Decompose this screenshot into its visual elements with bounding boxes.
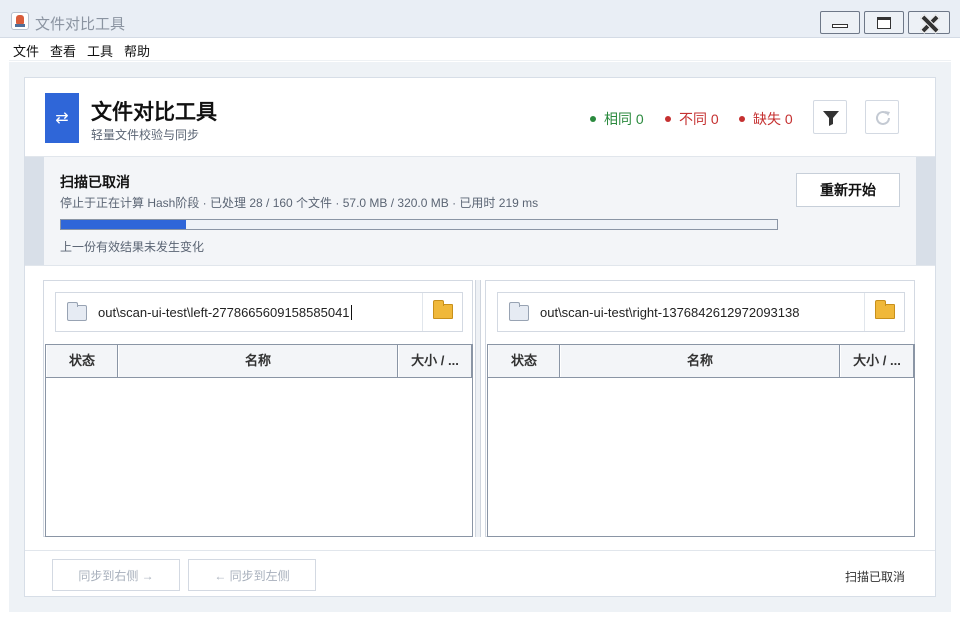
split-divider[interactable] [475, 280, 481, 537]
window-title: 文件对比工具 [35, 16, 126, 33]
right-file-table: 状态 名称 大小 / ... [487, 344, 915, 537]
red-dot-icon [665, 116, 671, 123]
column-header-size[interactable]: 大小 / ... [840, 345, 914, 377]
menu-bar: 文件 查看 工具 帮助 [9, 38, 951, 61]
main-card: ⇄ 文件对比工具 轻量文件校验与同步 相同 0 不同 0 缺失 0 扫描已取消 … [24, 77, 936, 597]
restart-button[interactable]: 重新开始 [796, 173, 900, 207]
scan-status-detail: 停止于正在计算 Hash阶段 · 已处理 28 / 160 个文件 · 57.0… [60, 196, 539, 210]
column-header-size[interactable]: 大小 / ... [398, 345, 472, 377]
right-browse-button[interactable] [864, 293, 904, 331]
column-header-status[interactable]: 状态 [46, 345, 118, 377]
band-edge-left [25, 157, 44, 265]
refresh-button[interactable] [865, 100, 899, 134]
band-edge-right [916, 157, 935, 265]
close-button[interactable] [908, 11, 950, 34]
app-title: 文件对比工具 [91, 101, 217, 124]
scan-status-panel: 扫描已取消 停止于正在计算 Hash阶段 · 已处理 28 / 160 个文件 … [25, 156, 935, 266]
right-path-field[interactable]: out\scan-ui-test\right-13768426129720931… [497, 292, 905, 332]
maximize-button[interactable] [864, 11, 904, 34]
right-panel: out\scan-ui-test\right-13768426129720931… [485, 280, 915, 537]
refresh-icon [876, 110, 890, 125]
filter-icon [823, 111, 839, 126]
minimize-button[interactable] [820, 11, 860, 34]
folder-outline-icon [509, 302, 529, 321]
folder-icon [433, 300, 453, 319]
scan-progress-bar [60, 219, 778, 230]
stat-same: 相同 0 [590, 109, 644, 129]
column-header-name[interactable]: 名称 [560, 345, 840, 377]
scan-status-note: 上一份有效结果未发生变化 [60, 240, 205, 254]
left-panel: out\scan-ui-test\left-277866560915858504… [43, 280, 473, 537]
left-path-input[interactable]: out\scan-ui-test\left-277866560915858504… [98, 305, 352, 320]
left-table-header: 状态 名称 大小 / ... [46, 345, 472, 378]
right-path-input[interactable]: out\scan-ui-test\right-13768426129720931… [540, 305, 799, 320]
column-header-status[interactable]: 状态 [488, 345, 560, 377]
scan-progress-fill [61, 220, 187, 229]
column-header-name[interactable]: 名称 [118, 345, 398, 377]
left-file-table: 状态 名称 大小 / ... [45, 344, 473, 537]
sync-to-left-button[interactable]: ← 同步到左侧 [188, 559, 316, 591]
swap-arrows-icon: ⇄ [55, 108, 69, 127]
folder-outline-icon [67, 302, 87, 321]
maximize-icon [877, 16, 891, 29]
close-icon [920, 14, 938, 32]
stat-diff: 不同 0 [665, 109, 719, 129]
client-area: ⇄ 文件对比工具 轻量文件校验与同步 相同 0 不同 0 缺失 0 扫描已取消 … [9, 62, 951, 612]
menu-file[interactable]: 文件 [13, 41, 39, 60]
left-path-field[interactable]: out\scan-ui-test\left-277866560915858504… [55, 292, 463, 332]
folder-icon [875, 300, 895, 319]
sync-to-right-button[interactable]: 同步到右侧 → [52, 559, 180, 591]
minimize-icon [832, 23, 848, 28]
green-dot-icon [590, 116, 596, 123]
filter-button[interactable] [813, 100, 847, 134]
stat-diff-label: 不同 0 [679, 111, 719, 127]
stat-missing-label: 缺失 0 [753, 111, 793, 127]
title-bar: 文件对比工具 [0, 0, 960, 38]
app-logo: ⇄ [45, 93, 79, 143]
menu-view[interactable]: 查看 [50, 41, 76, 60]
menu-tools[interactable]: 工具 [87, 41, 113, 60]
footer-status-text: 扫描已取消 [844, 570, 905, 584]
scan-status-title: 扫描已取消 [60, 174, 130, 190]
right-table-header: 状态 名称 大小 / ... [488, 345, 914, 378]
footer-bar: 同步到右侧 → ← 同步到左侧 扫描已取消 [25, 550, 935, 596]
menu-help[interactable]: 帮助 [124, 41, 150, 60]
stat-missing: 缺失 0 [739, 109, 793, 129]
app-subtitle: 轻量文件校验与同步 [91, 128, 200, 142]
red-dot-icon [739, 116, 745, 123]
app-icon [11, 12, 29, 30]
left-browse-button[interactable] [422, 293, 462, 331]
stat-same-label: 相同 0 [604, 111, 644, 127]
